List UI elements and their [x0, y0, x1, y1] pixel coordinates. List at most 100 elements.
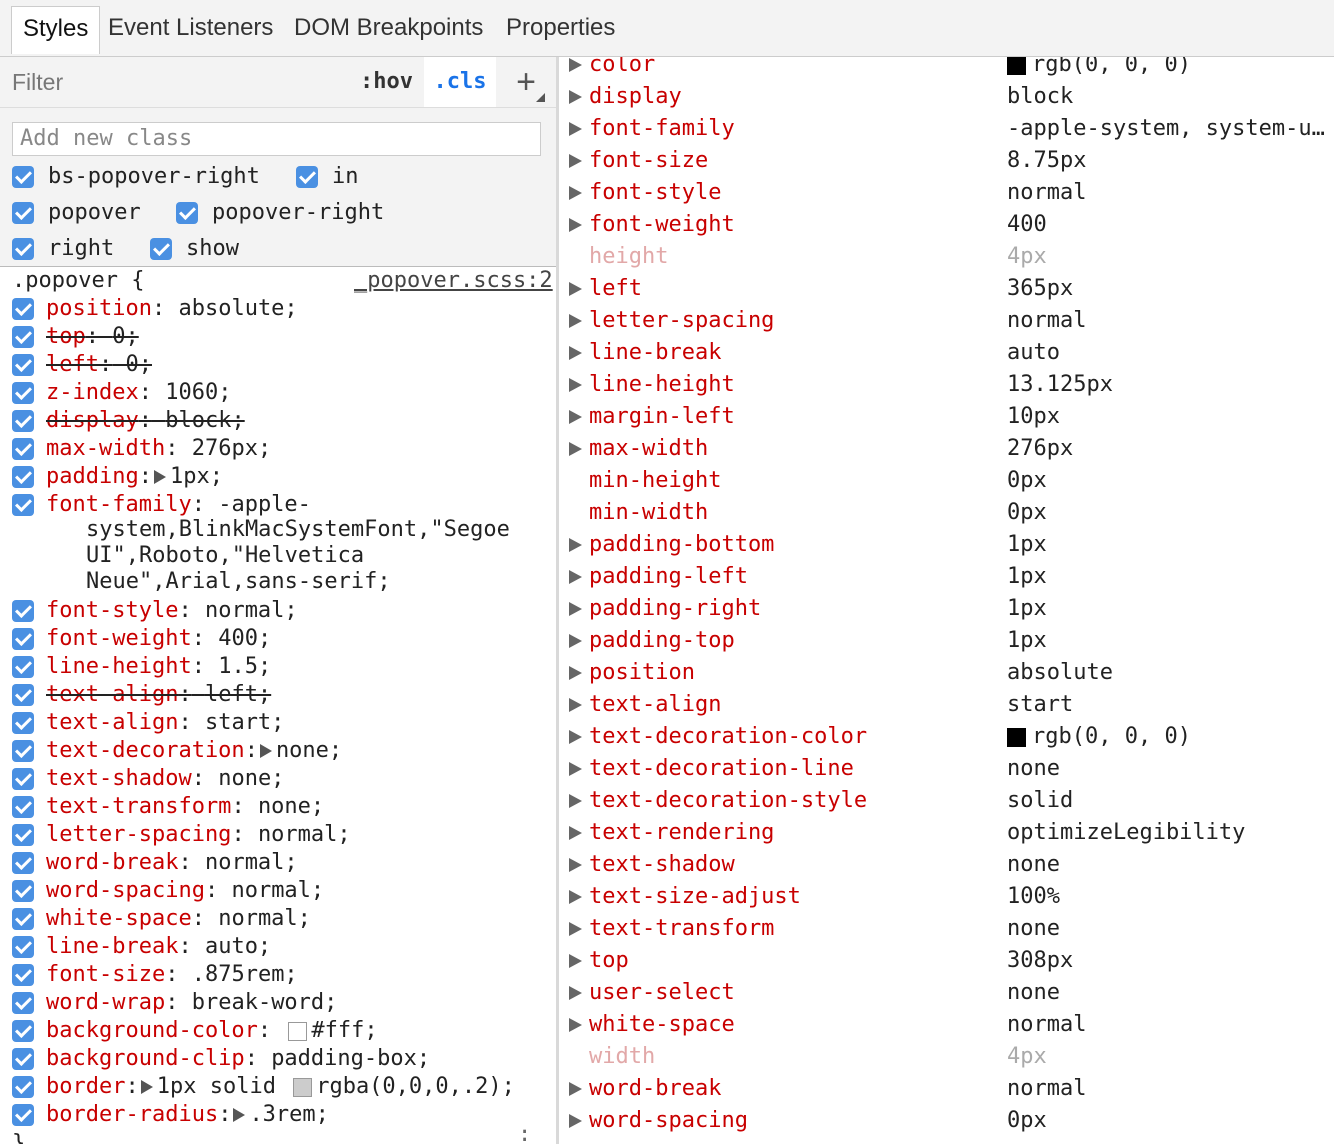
expand-triangle-icon[interactable] — [569, 58, 582, 72]
property-value[interactable]: normal; — [218, 906, 311, 931]
computed-row-min-width[interactable]: min-width 0px — [559, 497, 1334, 529]
expand-triangle-icon[interactable] — [569, 282, 582, 296]
expand-triangle-icon[interactable] — [569, 314, 582, 328]
computed-row-font-style[interactable]: font-style normal — [559, 177, 1334, 209]
declaration-checkbox[interactable] — [12, 656, 34, 678]
computed-row-text-decoration-color[interactable]: text-decoration-color rgb(0, 0, 0) — [559, 721, 1334, 753]
class-toggle[interactable]: show — [150, 231, 239, 267]
property-value[interactable]: none; — [276, 738, 342, 763]
computed-row-text-size-adjust[interactable]: text-size-adjust 100% — [559, 881, 1334, 913]
declaration-checkbox[interactable] — [12, 824, 34, 846]
property-value[interactable]: auto; — [205, 934, 271, 959]
property-name[interactable]: font-size — [46, 962, 165, 987]
tab-styles[interactable]: Styles — [11, 6, 101, 54]
expand-triangle-icon[interactable] — [569, 186, 582, 200]
expand-triangle-icon[interactable] — [569, 858, 582, 872]
property-name[interactable]: font-weight — [46, 626, 192, 651]
property-value[interactable]: padding-box; — [271, 1046, 430, 1071]
declaration-checkbox[interactable] — [12, 796, 34, 818]
property-name[interactable]: line-height — [46, 654, 192, 679]
expand-triangle-icon[interactable] — [569, 538, 582, 552]
property-value[interactable]: normal; — [205, 850, 298, 875]
declaration[interactable]: border: 1px solid rgba(0,0,0,.2); — [46, 1073, 515, 1101]
tab-event-listeners[interactable]: Event Listeners — [97, 6, 284, 50]
declaration-checkbox[interactable] — [12, 768, 34, 790]
property-value[interactable]: block; — [165, 408, 244, 433]
declaration[interactable]: text-transform: none; — [46, 793, 324, 821]
declaration-checkbox[interactable] — [12, 628, 34, 650]
expand-triangle-icon[interactable] — [569, 890, 582, 904]
property-value[interactable]: break-word; — [192, 990, 338, 1015]
expand-shorthand-icon[interactable] — [233, 1108, 246, 1122]
declaration[interactable]: font-size: .875rem; — [46, 961, 298, 989]
declaration-checkbox[interactable] — [12, 326, 34, 348]
computed-row-width[interactable]: width 4px — [559, 1041, 1334, 1073]
computed-row-text-rendering[interactable]: text-rendering optimizeLegibility — [559, 817, 1334, 849]
property-name[interactable]: white-space — [46, 906, 192, 931]
cls-toggle-button[interactable]: .cls — [424, 57, 496, 107]
expand-triangle-icon[interactable] — [569, 122, 582, 136]
expand-triangle-icon[interactable] — [569, 698, 582, 712]
declaration[interactable]: font-family: -apple- — [46, 491, 311, 519]
declaration[interactable]: text-align: start; — [46, 709, 284, 737]
computed-row-max-width[interactable]: max-width 276px — [559, 433, 1334, 465]
declaration-checkbox[interactable] — [12, 494, 34, 516]
tab-properties[interactable]: Properties — [495, 6, 626, 50]
computed-row-padding-bottom[interactable]: padding-bottom 1px — [559, 529, 1334, 561]
computed-row-min-height[interactable]: min-height 0px — [559, 465, 1334, 497]
expand-triangle-icon[interactable] — [569, 762, 582, 776]
declaration[interactable]: left: 0; — [46, 351, 152, 379]
declaration-checkbox[interactable] — [12, 1048, 34, 1070]
declaration-checkbox[interactable] — [12, 298, 34, 320]
expand-shorthand-icon[interactable] — [140, 1080, 153, 1094]
expand-triangle-icon[interactable] — [569, 1082, 582, 1096]
rule-source-link[interactable]: _popover.scss:2 — [354, 267, 553, 295]
add-class-input[interactable]: Add new class — [12, 122, 541, 156]
property-name[interactable]: text-align — [46, 710, 178, 735]
computed-row-user-select[interactable]: user-select none — [559, 977, 1334, 1009]
computed-row-margin-left[interactable]: margin-left 10px — [559, 401, 1334, 433]
declaration[interactable]: display: block; — [46, 407, 245, 435]
declaration-checkbox[interactable] — [12, 1076, 34, 1098]
property-name[interactable]: background-color — [46, 1018, 258, 1043]
expand-triangle-icon[interactable] — [569, 410, 582, 424]
property-value[interactable]: normal; — [205, 598, 298, 623]
declaration[interactable]: text-shadow: none; — [46, 765, 284, 793]
class-checkbox[interactable] — [12, 202, 34, 224]
computed-row-word-break[interactable]: word-break normal — [559, 1073, 1334, 1105]
declaration[interactable]: word-break: normal; — [46, 849, 298, 877]
property-name[interactable]: border — [46, 1074, 125, 1099]
declaration-checkbox[interactable] — [12, 684, 34, 706]
expand-triangle-icon[interactable] — [569, 1114, 582, 1128]
property-value[interactable]: #fff; — [311, 1018, 377, 1043]
declaration-checkbox[interactable] — [12, 1020, 34, 1042]
class-checkbox[interactable] — [12, 166, 34, 188]
property-name[interactable]: text-transform — [46, 794, 231, 819]
tab-dom-breakpoints[interactable]: DOM Breakpoints — [283, 6, 494, 50]
property-value[interactable]: none; — [218, 766, 284, 791]
property-name[interactable]: padding — [46, 464, 139, 489]
property-value[interactable]: 276px; — [192, 436, 271, 461]
property-value[interactable]: left; — [205, 682, 271, 707]
declaration-checkbox[interactable] — [12, 936, 34, 958]
color-swatch[interactable] — [288, 1021, 308, 1041]
property-name[interactable]: font-style — [46, 598, 178, 623]
expand-triangle-icon[interactable] — [569, 730, 582, 744]
property-value[interactable]: 0; — [112, 324, 139, 349]
computed-row-top[interactable]: top 308px — [559, 945, 1334, 977]
property-value[interactable]: 1060; — [165, 380, 231, 405]
property-name[interactable]: top — [46, 324, 86, 349]
expand-triangle-icon[interactable] — [569, 442, 582, 456]
declaration[interactable]: line-break: auto; — [46, 933, 271, 961]
computed-row-padding-left[interactable]: padding-left 1px — [559, 561, 1334, 593]
filter-input[interactable]: Filter — [12, 65, 342, 99]
expand-triangle-icon[interactable] — [569, 666, 582, 680]
declaration[interactable]: z-index: 1060; — [46, 379, 231, 407]
declaration[interactable]: line-height: 1.5; — [46, 653, 271, 681]
declaration-checkbox[interactable] — [12, 354, 34, 376]
more-options-icon[interactable]: · · — [518, 1122, 531, 1144]
class-checkbox[interactable] — [176, 202, 198, 224]
property-name[interactable]: word-break — [46, 850, 178, 875]
declaration[interactable]: background-color: #fff; — [46, 1017, 378, 1045]
property-name[interactable]: text-shadow — [46, 766, 192, 791]
